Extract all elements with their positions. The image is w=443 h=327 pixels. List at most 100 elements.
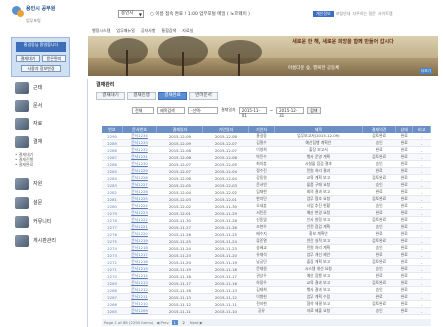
- table-row[interactable]: 2285 문서1229 2015-12-07 2015-12-04 정수진 민원 처리 결…: [102, 167, 431, 176]
- table-cell[interactable]: 2274: [102, 244, 123, 253]
- pager-page[interactable]: 2: [181, 320, 187, 325]
- top-link-guide[interactable]: 포털안내: [336, 11, 351, 17]
- column-header[interactable]: 비고: [412, 126, 431, 133]
- table-cell[interactable]: 2278: [102, 216, 123, 225]
- table-cell[interactable]: 인사 발령 보고: [274, 216, 363, 225]
- table-cell[interactable]: 홍보 계획안: [274, 230, 363, 239]
- table-row[interactable]: 2283 문서1227 2015-12-05 2015-12-03 윤서연 물품 구매 요…: [102, 181, 431, 190]
- table-row[interactable]: 2277 문서1221 2015-11-27 2015-11-26 조현우 안전 점검 계…: [102, 223, 431, 232]
- table-cell[interactable]: 2288: [102, 146, 123, 155]
- table-cell[interactable]: 물품 구매 요청: [274, 181, 363, 190]
- table-cell[interactable]: 출장 계획 보고: [274, 258, 363, 267]
- sidebar-item-approval[interactable]: 결재: [11, 134, 73, 149]
- pending-approval-button[interactable]: 결재대기: [16, 55, 40, 62]
- table-cell[interactable]: 2273: [102, 251, 123, 260]
- table-cell[interactable]: 업무 개선 제안: [274, 251, 363, 260]
- tab-in-progress[interactable]: 결재진행: [127, 92, 156, 100]
- inbox-button[interactable]: 받은편지: [42, 55, 66, 62]
- table-cell[interactable]: 민원 처리 결과: [274, 167, 363, 176]
- topnav-item[interactable]: 통합검색: [162, 28, 177, 34]
- banner-more-button[interactable]: 더보기: [420, 68, 432, 74]
- table-row[interactable]: 2289 문서1233 2015-12-09 2015-12-07 김철수 예산집행 계획…: [102, 139, 431, 148]
- table-cell[interactable]: 2279: [102, 209, 123, 218]
- sidebar-item-documents[interactable]: 문서: [11, 98, 73, 113]
- table-cell[interactable]: 2286: [102, 160, 123, 169]
- column-header[interactable]: 제목: [274, 126, 364, 133]
- field-select[interactable]: 제목검색: [157, 106, 185, 114]
- table-cell[interactable]: 행사 결과 보고: [274, 286, 363, 295]
- table-row[interactable]: 2268 문서1212 2015-11-16 2015-11-13 김태희 행사 결과 보…: [102, 286, 431, 295]
- sidebar-item-attendance[interactable]: 근태: [11, 80, 73, 95]
- table-cell[interactable]: 협약 체결 보고: [274, 300, 363, 309]
- table-cell[interactable]: 2287: [102, 153, 123, 162]
- logo[interactable]: 용인시 공무원 업무포털: [12, 4, 55, 28]
- table-row[interactable]: 2269 문서1213 2015-11-17 2015-11-16 하정우 교육 결과 보…: [102, 279, 431, 288]
- table-cell[interactable]: 업무보고서(2015-12-09): [274, 133, 363, 141]
- table-cell[interactable]: 회의 결과 보고: [274, 188, 363, 197]
- table-cell[interactable]: 2271: [102, 265, 123, 274]
- sidebar-item-survey[interactable]: 설문: [11, 195, 73, 210]
- table-row[interactable]: 2273 문서1217 2015-11-23 2015-11-20 유재석 업무 개선 제…: [102, 251, 431, 260]
- table-row[interactable]: 2270 문서1214 2015-11-18 2015-11-17 권상우 예산 집행 보…: [102, 272, 431, 281]
- table-row[interactable]: 2275 문서1219 2015-11-25 2015-11-24 류준열 연간 실적 보…: [102, 237, 431, 246]
- table-cell[interactable]: 연간 실적 보고: [274, 237, 363, 246]
- date-from-input[interactable]: 2015-11-01: [238, 106, 267, 118]
- table-row[interactable]: 2287 문서1231 2015-12-08 2015-12-06 박민수 행사 운영 계…: [102, 153, 431, 162]
- table-row[interactable]: 2284 문서1228 2015-12-06 2015-12-04 강동원 교육 계획 보…: [102, 174, 431, 183]
- table-cell[interactable]: 출장 보고서: [274, 146, 363, 155]
- table-row[interactable]: 2276 문서1220 2015-11-26 2015-11-25 배수지 홍보 계획안 완…: [102, 230, 431, 239]
- table-cell[interactable]: 예산 변경 요청: [274, 209, 363, 218]
- table-cell[interactable]: 2269: [102, 279, 123, 288]
- topnav-item[interactable]: 공지사항: [141, 28, 156, 34]
- table-cell[interactable]: 2268: [102, 286, 123, 295]
- department-select[interactable]: 용인시 ▼: [118, 10, 144, 18]
- table-row[interactable]: 2271 문서1215 2015-11-19 2015-11-18 문채원 시스템 개선 …: [102, 265, 431, 274]
- sidebar-item-community[interactable]: 커뮤니티: [11, 214, 73, 229]
- table-cell[interactable]: 2280: [102, 202, 123, 211]
- tab-completed[interactable]: 결재완료: [158, 92, 187, 100]
- topnav-item[interactable]: 업무매뉴얼: [116, 28, 134, 34]
- table-cell[interactable]: 예산 집행 보고: [274, 272, 363, 281]
- table-row[interactable]: 2272 문서1216 2015-11-20 2015-11-19 남궁민 출장 계획 보…: [102, 258, 431, 267]
- table-cell[interactable]: 2265: [102, 307, 123, 316]
- table-cell[interactable]: 2285: [102, 167, 123, 176]
- table-cell[interactable]: 시설물 점검 결과: [274, 160, 363, 169]
- table-cell[interactable]: 업무 계획 수립: [274, 293, 363, 302]
- table-cell[interactable]: 2276: [102, 230, 123, 239]
- table-cell[interactable]: 행사 운영 계획: [274, 153, 363, 162]
- tab-rejected[interactable]: 반려문서: [189, 92, 218, 100]
- table-cell[interactable]: 2281: [102, 195, 123, 204]
- sidebar-item-resources[interactable]: 자원: [11, 176, 73, 191]
- top-link-sitemap[interactable]: 사이트맵: [378, 11, 393, 17]
- table-cell[interactable]: 2289: [102, 139, 123, 148]
- submenu-item[interactable]: • 결재완료: [15, 162, 33, 167]
- table-cell[interactable]: 2275: [102, 237, 123, 246]
- table-cell[interactable]: 업무 협조 요청: [274, 195, 363, 204]
- table-row[interactable]: 2279 문서1223 2015-12-01 2015-11-29 서민준 예산 변경 요…: [102, 209, 431, 218]
- table-cell[interactable]: 사업 추진 현황: [274, 202, 363, 211]
- topnav-item[interactable]: 행정시스템: [92, 28, 110, 34]
- table-cell[interactable]: 2266: [102, 300, 123, 309]
- table-cell[interactable]: 2267: [102, 293, 123, 302]
- column-header[interactable]: 기안일자: [202, 126, 250, 133]
- table-cell[interactable]: 2277: [102, 223, 123, 232]
- table-row[interactable]: 2267 문서1211 2015-11-13 2015-11-12 이병헌 업무 계획 수…: [102, 293, 431, 302]
- table-row[interactable]: 2278 문서1222 2015-11-30 2015-11-28 신동엽 인사 발령 보…: [102, 216, 431, 225]
- table-cell[interactable]: 2272: [102, 258, 123, 267]
- table-cell[interactable]: 2283: [102, 181, 123, 190]
- table-cell[interactable]: 안전 점검 계획: [274, 223, 363, 232]
- column-header[interactable]: 상태: [395, 126, 414, 133]
- pager-page[interactable]: 1: [171, 320, 178, 325]
- table-row[interactable]: 2290 문서1234 2015-12-09 2015-12-08 홍길동 업무보고서(2…: [102, 133, 431, 141]
- topnav-item[interactable]: 자료실: [182, 28, 193, 34]
- column-header[interactable]: 번호: [102, 126, 123, 133]
- type-select[interactable]: 전체: [132, 106, 154, 114]
- table-cell[interactable]: 2284: [102, 174, 123, 183]
- table-cell[interactable]: 교육 결과 보고: [274, 279, 363, 288]
- table-cell[interactable]: 시스템 개선 요청: [274, 265, 363, 274]
- sidebar-item-data[interactable]: 자료: [11, 116, 73, 131]
- sidebar-item-board-admin[interactable]: 게시판관리: [11, 233, 73, 248]
- table-row[interactable]: 2281 문서1225 2015-12-03 2015-12-01 한지민 업무 협조 요…: [102, 195, 431, 204]
- table-cell[interactable]: 민원 처리 계획: [274, 244, 363, 253]
- column-header[interactable]: 결재일자: [156, 126, 204, 133]
